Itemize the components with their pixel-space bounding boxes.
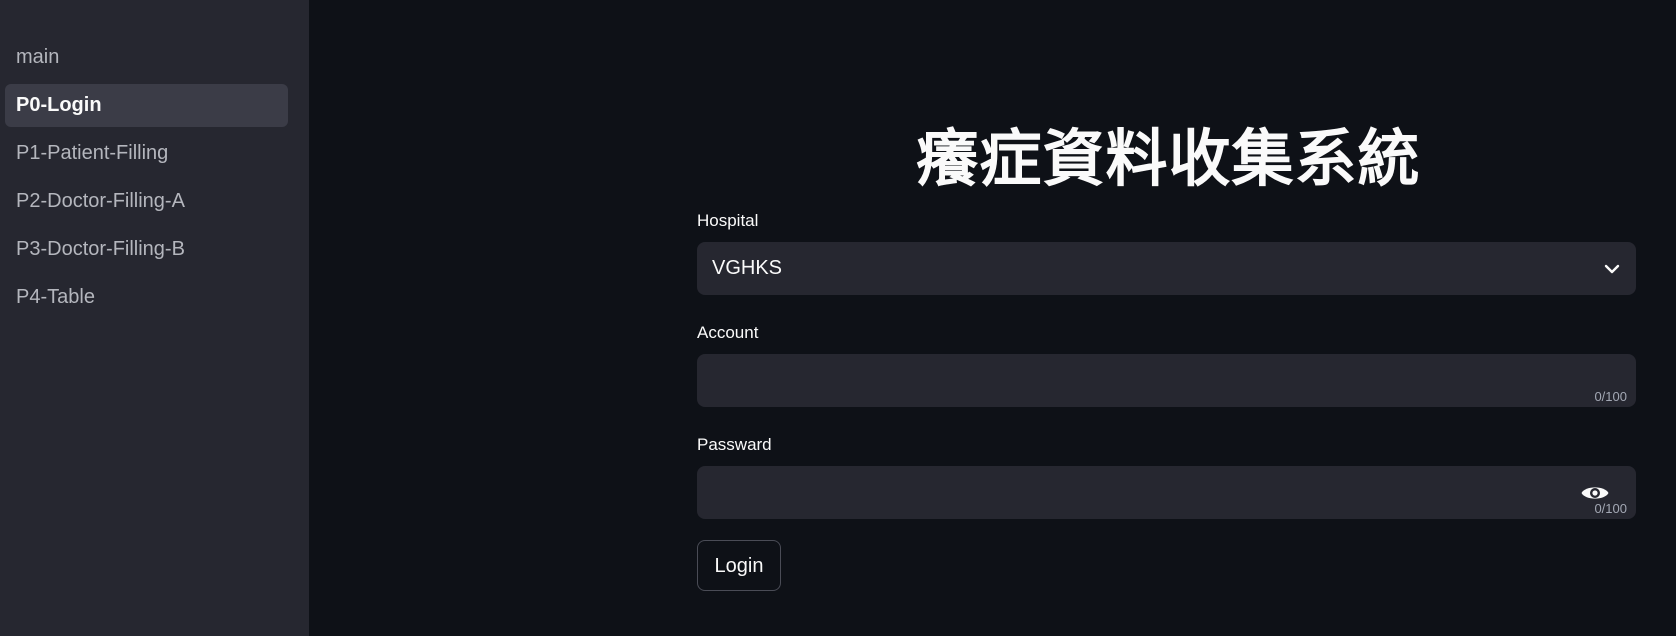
page-title: 癢症資料收集系統 xyxy=(916,122,1421,195)
password-char-counter: 0/100 xyxy=(1594,501,1627,516)
password-input[interactable] xyxy=(697,466,1636,519)
sidebar-item-p3-doctor-filling-b[interactable]: P3-Doctor-Filling-B xyxy=(5,228,288,271)
main-content xyxy=(309,0,1676,636)
account-char-counter: 0/100 xyxy=(1594,389,1627,404)
hospital-selected-value: VGHKS xyxy=(712,257,783,279)
sidebar-nav: main P0-Login P1-Patient-Filling P2-Doct… xyxy=(5,36,288,324)
hospital-label: Hospital xyxy=(697,211,759,230)
account-label: Account xyxy=(697,323,759,342)
account-input[interactable] xyxy=(697,354,1636,407)
account-field: 0/100 xyxy=(697,354,1636,407)
app-window: main P0-Login P1-Patient-Filling P2-Doct… xyxy=(0,0,1676,636)
sidebar: main P0-Login P1-Patient-Filling P2-Doct… xyxy=(0,0,309,636)
sidebar-item-main[interactable]: main xyxy=(5,36,288,79)
chevron-down-icon xyxy=(1604,264,1620,274)
login-button[interactable]: Login xyxy=(697,540,781,591)
sidebar-item-p4-table[interactable]: P4-Table xyxy=(5,276,288,319)
hospital-select[interactable]: VGHKS xyxy=(697,242,1636,295)
password-field: 0/100 xyxy=(697,466,1636,519)
sidebar-item-p0-login[interactable]: P0-Login xyxy=(5,84,288,127)
password-label: Passward xyxy=(697,435,772,454)
sidebar-item-p2-doctor-filling-a[interactable]: P2-Doctor-Filling-A xyxy=(5,180,288,223)
sidebar-item-p1-patient-filling[interactable]: P1-Patient-Filling xyxy=(5,132,288,175)
